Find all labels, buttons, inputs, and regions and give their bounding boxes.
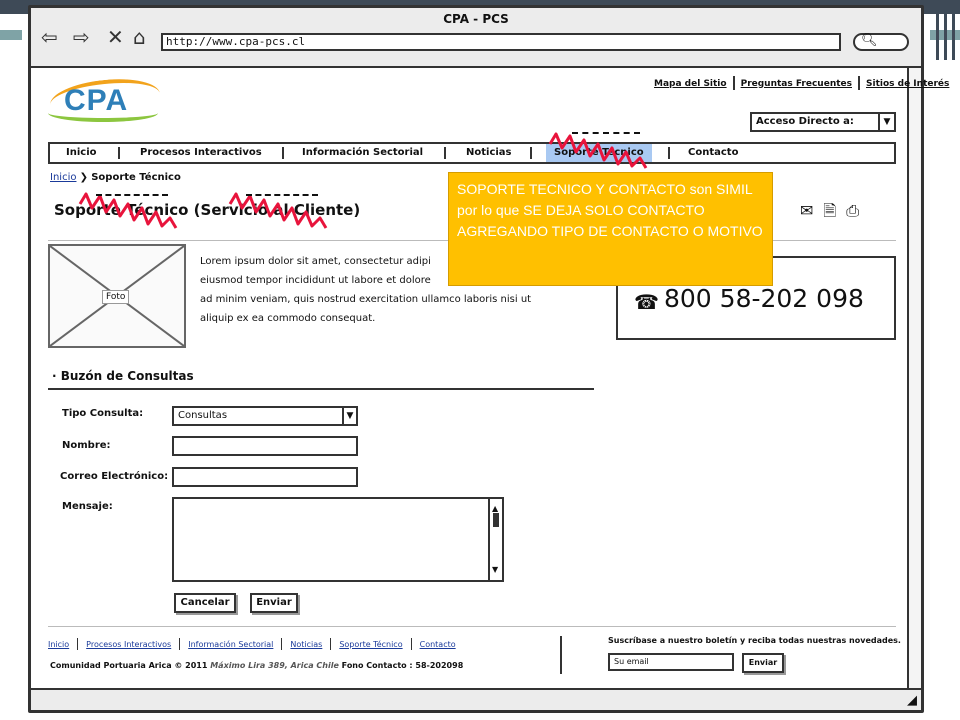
nav-item-noticias[interactable]: Noticias [466, 147, 512, 158]
breadcrumb-home[interactable]: Inicio [50, 172, 76, 183]
print-icon[interactable]: ⎙ [846, 201, 869, 220]
footer-info: Comunidad Portuaria Arica © 2011 Máximo … [50, 661, 463, 670]
newsletter-text: Suscríbase a nuestro boletín y reciba to… [608, 636, 901, 645]
mensaje-label: Mensaje: [62, 501, 113, 512]
link-sites-of-interest[interactable]: Sitios de Interés [866, 79, 949, 89]
cancel-button[interactable]: Cancelar [174, 593, 236, 613]
divider [668, 147, 670, 159]
newsletter-email-input[interactable]: Su email [608, 653, 734, 671]
intro-line: aliquip ex ea commodo consequat. [200, 313, 376, 324]
home-icon[interactable]: ⌂ [133, 26, 146, 48]
photo-label: Foto [102, 290, 130, 304]
divider [48, 626, 896, 627]
divider [179, 638, 181, 650]
link-faq[interactable]: Preguntas Frecuentes [741, 79, 852, 89]
footer-link-informacion[interactable]: Información Sectorial [188, 640, 273, 649]
divider [330, 638, 332, 650]
breadcrumb: Inicio ❯ Soporte Técnico [50, 172, 181, 183]
nombre-field[interactable] [172, 436, 358, 456]
dashed-mark [96, 194, 168, 196]
quick-access-select[interactable]: Acceso Directo a: ▼ [750, 112, 896, 132]
quick-access-label: Acceso Directo a: [756, 116, 854, 127]
divider [281, 638, 283, 650]
main-nav: Inicio Procesos Interactivos Información… [48, 142, 896, 164]
breadcrumb-current: Soporte Técnico [91, 172, 181, 183]
nav-item-contacto[interactable]: Contacto [688, 147, 738, 158]
email-icon[interactable]: ✉ [800, 201, 823, 220]
slide-vertical-line [936, 0, 939, 60]
back-arrow-icon[interactable]: ⇦ [41, 26, 58, 48]
tipo-label: Tipo Consulta: [62, 408, 144, 419]
footer-links: Inicio Procesos Interactivos Información S… [48, 638, 464, 650]
phone-number: 800 58-202 098 [664, 284, 864, 313]
divider [282, 147, 284, 159]
newsletter-send-button[interactable]: Enviar [742, 653, 784, 673]
resize-grip-icon[interactable]: ◢ [907, 693, 917, 708]
divider [732, 76, 735, 90]
footer-copyright: Comunidad Portuaria Arica © 2011 [50, 661, 208, 670]
send-button[interactable]: Enviar [250, 593, 298, 613]
dashed-mark [246, 194, 318, 196]
vertical-scrollbar[interactable] [907, 68, 921, 688]
telephone-icon: ☎ [634, 290, 659, 314]
footer-phone: Fono Contacto : 58-202098 [341, 661, 464, 670]
url-input[interactable]: http://www.cpa-pcs.cl [161, 33, 841, 51]
logo-text: CPA [64, 84, 129, 117]
divider [560, 636, 562, 674]
slide-vertical-line [944, 0, 947, 60]
strike-mark [548, 132, 648, 169]
scroll-down-icon[interactable]: ▼ [492, 562, 498, 578]
nav-item-procesos[interactable]: Procesos Interactivos [140, 147, 262, 158]
page-tools: ✉🗎⎙ [800, 200, 869, 227]
divider [77, 638, 79, 650]
link-site-map[interactable]: Mapa del Sitio [654, 79, 727, 89]
footer-link-inicio[interactable]: Inicio [48, 640, 69, 649]
forward-arrow-icon[interactable]: ⇨ [73, 26, 90, 48]
email-field[interactable] [172, 467, 358, 487]
cpa-logo[interactable]: CPA [44, 74, 162, 124]
top-links: Mapa del Sitio Preguntas Frecuentes Sitios… [648, 76, 955, 90]
photo-placeholder: Foto [48, 244, 186, 348]
search-icon: 🔍︎ [861, 33, 878, 48]
tipo-consulta-value: Consultas [178, 410, 228, 421]
slide-vertical-line [952, 0, 955, 60]
mensaje-textarea[interactable]: ▲ ▼ [172, 497, 504, 582]
divider [48, 388, 594, 390]
browser-titlebar: CPA - PCS ⇦ ⇨ ✕ ⌂ http://www.cpa-pcs.cl … [31, 8, 921, 68]
dashed-mark [572, 132, 640, 134]
slide-accent-left [0, 30, 22, 40]
strike-mark [228, 192, 328, 229]
divider [858, 76, 860, 90]
divider [118, 147, 120, 159]
textarea-scrollbar[interactable]: ▲ ▼ [488, 499, 502, 580]
divider [444, 147, 446, 159]
consult-section-title: · Buzón de Consultas [52, 369, 194, 383]
annotation-note: SOPORTE TECNICO Y CONTACTO son SIMIL por… [448, 172, 773, 286]
footer-address: Máximo Lira 389, Arica Chile [210, 661, 339, 670]
divider [530, 147, 532, 159]
tipo-consulta-select[interactable]: Consultas ▼ [172, 406, 358, 426]
footer-link-contacto[interactable]: Contacto [420, 640, 456, 649]
nav-item-informacion[interactable]: Información Sectorial [302, 147, 423, 158]
footer-link-soporte[interactable]: Soporte Técnico [339, 640, 402, 649]
strike-mark [78, 192, 178, 229]
chevron-down-icon: ▼ [342, 408, 356, 424]
scroll-thumb[interactable] [493, 513, 499, 527]
intro-line: ad minim veniam, quis nostrud exercitati… [200, 294, 532, 305]
nav-item-inicio[interactable]: Inicio [66, 147, 97, 158]
close-icon[interactable]: ✕ [107, 26, 124, 48]
window-title: CPA - PCS [443, 12, 509, 26]
footer-link-procesos[interactable]: Procesos Interactivos [86, 640, 171, 649]
browser-search-input[interactable]: 🔍︎ [853, 33, 909, 51]
divider [410, 638, 412, 650]
pdf-icon[interactable]: 🗎 [823, 201, 846, 220]
status-bar: ◢ [31, 688, 921, 710]
chevron-right-icon: ❯ [79, 172, 92, 183]
nombre-label: Nombre: [62, 440, 111, 451]
correo-label: Correo Electrónico: [60, 471, 169, 482]
chevron-down-icon: ▼ [878, 114, 894, 130]
footer-link-noticias[interactable]: Noticias [290, 640, 322, 649]
